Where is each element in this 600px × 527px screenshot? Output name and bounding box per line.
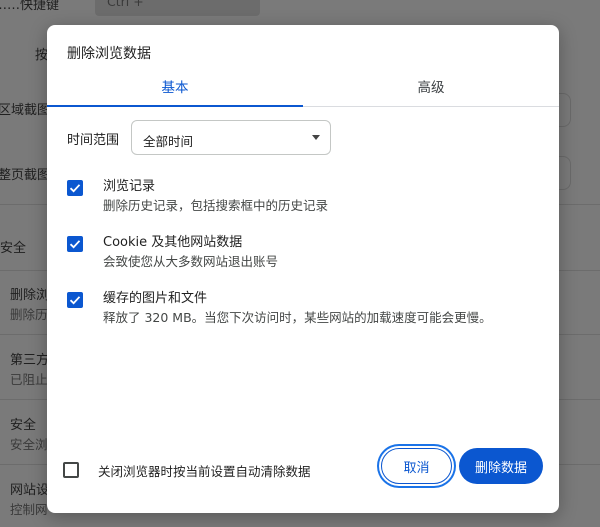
checkbox-cached-files[interactable] xyxy=(67,292,83,308)
bg-item-clear-desc: 删除历 xyxy=(10,307,48,322)
auto-clear-checkbox[interactable] xyxy=(63,462,79,478)
tab-basic[interactable]: 基本 xyxy=(47,73,303,107)
bg-label-shortcut: ……快捷键 xyxy=(0,0,60,13)
checkbox-cookies[interactable] xyxy=(67,236,83,252)
bg-item-site-settings: 网站设 xyxy=(10,483,50,498)
checkmark-icon xyxy=(69,184,81,193)
checkmark-icon xyxy=(69,296,81,305)
bg-item-security: 安全 xyxy=(10,418,37,433)
option-title: Cookie 及其他网站数据 xyxy=(103,235,243,250)
bg-item-site-settings-desc: 控制网 xyxy=(10,502,48,517)
bg-label-region: 区域截图 xyxy=(0,103,51,118)
bg-label-fullpage: 整页截图 xyxy=(0,168,51,183)
bg-section-security: 安全 xyxy=(0,241,27,256)
checkbox-browsing-history[interactable] xyxy=(67,180,83,196)
option-description: 会致使您从大多数网站退出账号 xyxy=(103,254,279,269)
caret-down-icon xyxy=(312,135,320,140)
shortcut-field: Ctrl + xyxy=(95,0,260,16)
dialog-tabs: 基本 高级 xyxy=(47,73,559,107)
option-cached-files: 缓存的图片和文件 释放了 320 MB。当您下次访问时，某些网站的加载速度可能会… xyxy=(67,290,537,330)
time-range-label: 时间范围 xyxy=(67,133,120,148)
bg-item-security-desc: 安全浏 xyxy=(10,437,48,452)
auto-clear-label: 关闭浏览器时按当前设置自动清除数据 xyxy=(98,464,311,479)
delete-data-button[interactable]: 删除数据 xyxy=(459,448,543,484)
tab-advanced[interactable]: 高级 xyxy=(303,73,559,106)
option-title: 缓存的图片和文件 xyxy=(103,291,208,306)
time-range-select[interactable]: 全部时间 xyxy=(131,120,331,155)
clear-browsing-data-dialog: 删除浏览数据 基本 高级 时间范围 全部时间 浏览记录 删除历史记录，包括搜索框… xyxy=(47,25,559,513)
shortcut-field-text: Ctrl + xyxy=(107,0,144,9)
bg-item-clear: 删除浏 xyxy=(10,288,50,303)
checkmark-icon xyxy=(69,240,81,249)
option-browsing-history: 浏览记录 删除历史记录，包括搜索框中的历史记录 xyxy=(67,178,537,218)
bg-item-thirdparty-desc: 已阻止 xyxy=(10,372,48,387)
dialog-title: 删除浏览数据 xyxy=(67,46,151,62)
option-description: 删除历史记录，包括搜索框中的历史记录 xyxy=(103,198,329,213)
cancel-button[interactable]: 取消 xyxy=(381,448,452,484)
bg-item-thirdparty: 第三方 xyxy=(10,353,50,368)
option-cookies: Cookie 及其他网站数据 会致使您从大多数网站退出账号 xyxy=(67,234,537,274)
option-title: 浏览记录 xyxy=(103,179,156,194)
option-description: 释放了 320 MB。当您下次访问时，某些网站的加载速度可能会更慢。 xyxy=(103,310,492,325)
time-range-value: 全部时间 xyxy=(143,134,194,149)
